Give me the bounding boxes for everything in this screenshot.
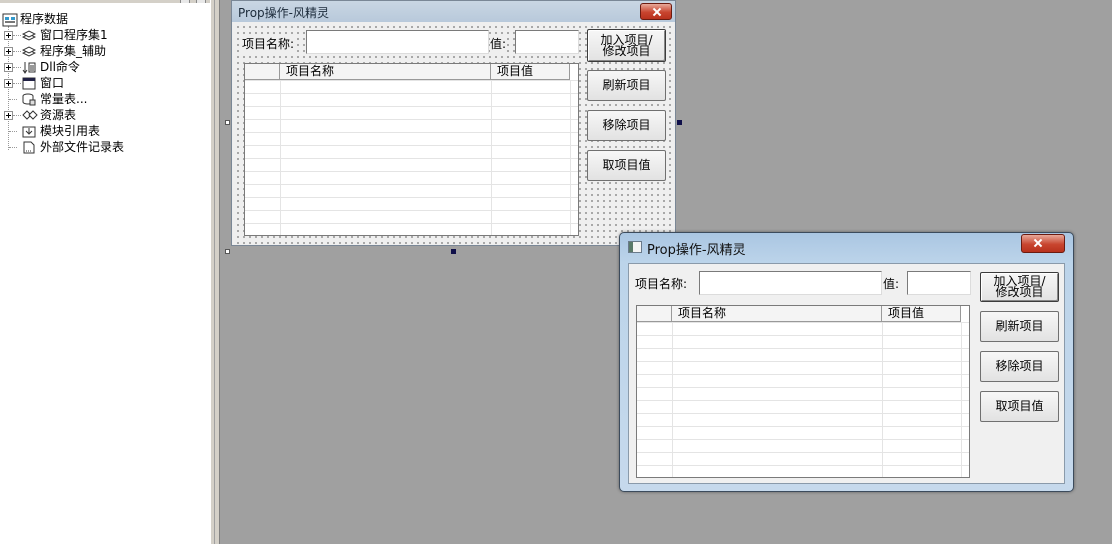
item-name-input[interactable] — [699, 271, 882, 295]
tree-item-resources[interactable]: 资源表 — [4, 107, 76, 123]
database-icon — [2, 13, 18, 26]
resize-handle-right[interactable] — [677, 120, 682, 125]
tree-item-label: 外部文件记录表 — [40, 140, 125, 154]
constants-icon — [22, 93, 36, 106]
tree-item-constants[interactable]: 常量表... — [4, 91, 87, 107]
design-form-titlebar[interactable]: Prop操作-风精灵 — [232, 1, 675, 22]
tree-item-label: 程序集_辅助 — [40, 44, 107, 58]
column-item-value[interactable]: 项目值 — [882, 306, 961, 322]
column-item-name[interactable]: 项目名称 — [672, 306, 882, 322]
value-input[interactable] — [515, 30, 579, 54]
tree-item-label: 窗口程序集1 — [40, 28, 108, 42]
design-form[interactable]: Prop操作-风精灵 项目名称: 值: 加入项目/ 修改项目 刷新项目 移除项目… — [231, 0, 676, 246]
tree-item-label: 资源表 — [40, 108, 77, 122]
resize-handle-bottom-left[interactable] — [225, 249, 230, 254]
expand-icon[interactable] — [4, 30, 13, 40]
tree-item-label: 窗口 — [40, 76, 65, 90]
runtime-window-client: 项目名称: 值: 加入项目/ 修改项目 刷新项目 移除项目 取项目值 项目名称 … — [628, 263, 1065, 484]
program-tree-panel: 程序数据 窗口程序集1 程序集_辅助 Dll命令 窗口 常量表... 资源表 模… — [0, 0, 210, 544]
item-list-rows — [245, 80, 578, 235]
runtime-window[interactable]: Prop操作-风精灵 项目名称: 值: 加入项目/ 修改项目 刷新项目 移除项目… — [619, 232, 1074, 492]
app-icon — [628, 241, 642, 253]
value-label: 值: — [883, 275, 900, 292]
item-list-header: 项目名称 项目值 — [637, 306, 961, 322]
refresh-items-button[interactable]: 刷新项目 — [980, 311, 1059, 342]
item-list[interactable]: 项目名称 项目值 — [636, 305, 970, 478]
design-form-title: Prop操作-风精灵 — [238, 6, 329, 20]
tree-root[interactable]: 程序数据 — [2, 11, 68, 27]
expand-icon[interactable] — [4, 78, 13, 88]
add-item-button[interactable]: 加入项目/ 修改项目 — [980, 272, 1059, 302]
tree-item-external-files[interactable]: 外部文件记录表 — [4, 139, 124, 155]
window-icon — [22, 77, 36, 90]
column-item-name[interactable]: 项目名称 — [280, 64, 491, 80]
stack-icon — [21, 45, 37, 58]
item-name-input[interactable] — [306, 30, 489, 54]
dll-icon — [22, 61, 36, 74]
value-label: 值: — [490, 35, 507, 52]
expand-icon[interactable] — [4, 62, 13, 72]
panel-splitter[interactable] — [210, 0, 220, 544]
column-item-value[interactable]: 项目值 — [491, 64, 570, 80]
tree-root-label: 程序数据 — [20, 12, 69, 26]
tree-item-windows[interactable]: 窗口 — [4, 75, 64, 91]
get-item-value-button[interactable]: 取项目值 — [587, 150, 666, 181]
remove-item-button[interactable]: 移除项目 — [980, 351, 1059, 382]
value-input[interactable] — [907, 271, 971, 295]
item-name-label: 项目名称: — [242, 35, 295, 52]
remove-item-button[interactable]: 移除项目 — [587, 110, 666, 141]
runtime-window-title: Prop操作-风精灵 — [647, 243, 746, 258]
runtime-close-button[interactable] — [1021, 234, 1065, 253]
item-list[interactable]: 项目名称 项目值 — [244, 63, 579, 236]
resize-handle-left[interactable] — [225, 120, 230, 125]
tree-item-label: Dll命令 — [40, 60, 80, 74]
resources-icon — [22, 109, 38, 122]
stack-icon — [21, 29, 37, 42]
expand-icon[interactable] — [4, 46, 13, 56]
file-icon — [22, 141, 36, 154]
tree-item-label: 模块引用表 — [40, 124, 101, 138]
expand-icon[interactable] — [4, 110, 13, 120]
refresh-items-button[interactable]: 刷新项目 — [587, 70, 666, 101]
tree-item-window-assembly[interactable]: 窗口程序集1 — [4, 27, 108, 43]
get-item-value-button[interactable]: 取项目值 — [980, 391, 1059, 422]
panel-top-scrollbar[interactable] — [0, 0, 210, 3]
module-icon — [22, 125, 36, 138]
item-list-header: 项目名称 项目值 — [245, 64, 570, 80]
tree-item-module-refs[interactable]: 模块引用表 — [4, 123, 100, 139]
item-name-label: 项目名称: — [635, 275, 688, 292]
tree-item-dll-commands[interactable]: Dll命令 — [4, 59, 80, 75]
design-close-button[interactable] — [640, 3, 672, 20]
design-form-canvas[interactable]: 项目名称: 值: 加入项目/ 修改项目 刷新项目 移除项目 取项目值 项目名称 … — [233, 22, 674, 244]
tree-item-label: 常量表... — [40, 92, 88, 106]
resize-handle-bottom[interactable] — [451, 249, 456, 254]
item-list-rows — [637, 322, 969, 477]
add-item-button[interactable]: 加入项目/ 修改项目 — [587, 29, 666, 62]
tree-item-helper-assembly[interactable]: 程序集_辅助 — [4, 43, 106, 59]
